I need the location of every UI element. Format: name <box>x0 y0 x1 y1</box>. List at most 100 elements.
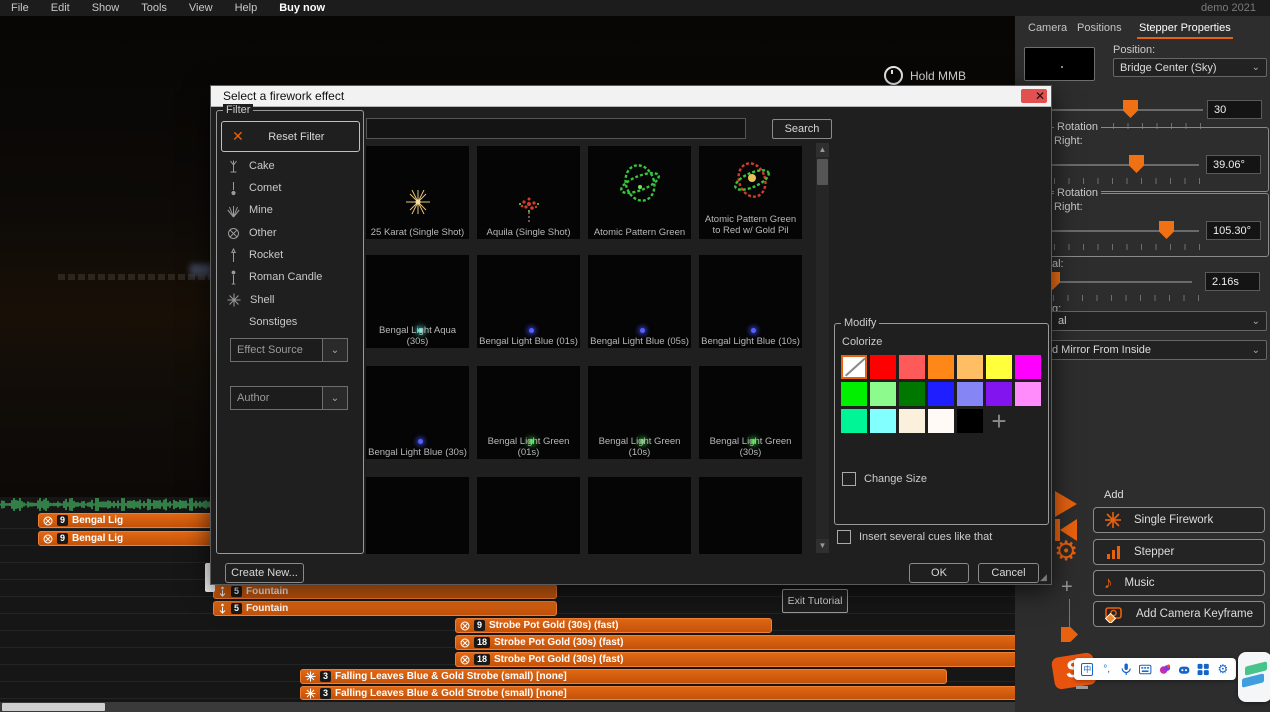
ime-punctuation-icon[interactable]: °, <box>1100 663 1112 676</box>
color-swatch-ffbe64[interactable] <box>957 355 983 379</box>
keyboard-icon[interactable] <box>1139 663 1151 676</box>
author-dropdown[interactable]: Author ⌄ <box>230 386 348 410</box>
filter-item-roman-candle[interactable]: Roman Candle <box>227 267 357 287</box>
effect-thumb-bengal-aqua-30[interactable]: Bengal Light Aqua (30s) <box>366 255 469 348</box>
interval-value-input[interactable]: 2.16s <box>1205 272 1260 291</box>
exit-tutorial-button[interactable]: Exit Tutorial <box>782 589 848 613</box>
filter-item-rocket[interactable]: Rocket <box>227 245 357 265</box>
buy-now-button[interactable]: Buy now <box>268 2 336 14</box>
reset-filter-button[interactable]: ✕ Reset Filter <box>221 121 360 152</box>
zoom-plus-icon[interactable]: + <box>1061 576 1073 599</box>
effect-thumb-bengal-green-10[interactable]: Bengal Light Green (10s) <box>588 366 691 459</box>
close-icon[interactable]: ✕ <box>1021 89 1047 103</box>
screenshot-tool-icon[interactable] <box>1238 652 1270 702</box>
cue-bar-strobe-2[interactable]: 18 Strobe Pot Gold (30s) (fast) <box>455 635 1038 650</box>
menu-view[interactable]: View <box>178 2 224 14</box>
tab-positions[interactable]: Positions <box>1077 22 1122 34</box>
play-button[interactable] <box>1055 491 1077 517</box>
effect-thumb-bengal-green-01[interactable]: Bengal Light Green (01s) <box>477 366 580 459</box>
color-swatch-000000[interactable] <box>957 409 983 433</box>
cue-bar-fountain-1[interactable]: 5 Fountain <box>213 584 557 599</box>
effect-preview-thumbnail[interactable] <box>1024 47 1095 81</box>
effect-thumb-empty[interactable] <box>588 477 691 554</box>
menu-edit[interactable]: Edit <box>40 2 81 14</box>
tab-camera[interactable]: Camera <box>1028 22 1067 34</box>
add-camera-keyframe-button[interactable]: Add Camera Keyframe <box>1093 601 1265 627</box>
color-swatch-ff00ff[interactable] <box>1015 355 1041 379</box>
effect-thumb-atomic-green[interactable]: Atomic Pattern Green <box>588 146 691 239</box>
ordering-dropdown[interactable]: al ⌄ <box>1045 311 1267 331</box>
scrollbar-thumb[interactable] <box>2 703 105 711</box>
effect-thumb-bengal-blue-05[interactable]: Bengal Light Blue (05s) <box>588 255 691 348</box>
ok-button[interactable]: OK <box>909 563 969 583</box>
toolbox-icon[interactable] <box>1197 663 1209 676</box>
count-slider-handle[interactable] <box>1123 100 1138 118</box>
mirror-dropdown[interactable]: d Mirror From Inside ⌄ <box>1045 340 1267 360</box>
color-swatch-8cfa8c[interactable] <box>870 382 896 406</box>
timeline-horizontal-scrollbar[interactable] <box>0 702 1036 712</box>
count-value-input[interactable]: 30 <box>1207 100 1262 119</box>
effect-source-dropdown[interactable]: Effect Source ⌄ <box>230 338 348 362</box>
effect-thumb-bengal-blue-01[interactable]: Bengal Light Blue (01s) <box>477 255 580 348</box>
color-swatch-8214f0[interactable] <box>986 382 1012 406</box>
rotation2-slider-handle[interactable] <box>1159 221 1174 239</box>
add-custom-color-button[interactable]: + <box>986 409 1012 433</box>
color-swatch-00f000[interactable] <box>841 382 867 406</box>
effect-thumb-25-karat[interactable]: 25 Karat (Single Shot) <box>366 146 469 239</box>
effect-thumb-bengal-blue-10[interactable]: Bengal Light Blue (10s) <box>699 255 802 348</box>
filter-item-comet[interactable]: Comet <box>227 178 357 198</box>
filter-item-cake[interactable]: Cake <box>227 156 357 176</box>
interval-slider-track[interactable] <box>1045 281 1192 283</box>
color-swatch-ff5a5a[interactable] <box>899 355 925 379</box>
menu-show[interactable]: Show <box>81 2 131 14</box>
color-swatch-007800[interactable] <box>899 382 925 406</box>
color-swatch-faf0dc[interactable] <box>899 409 925 433</box>
add-single-firework-button[interactable]: Single Firework <box>1093 507 1265 533</box>
cue-bar-strobe-3[interactable]: 18 Strobe Pot Gold (30s) (fast) <box>455 652 1038 667</box>
dialog-resize-grip[interactable]: ◢ <box>1040 573 1049 582</box>
filter-item-mine[interactable]: Mine <box>227 200 357 220</box>
cue-bar-fountain-2[interactable]: 5 Fountain <box>213 601 557 616</box>
color-swatch-ff8718[interactable] <box>928 355 954 379</box>
rotation1-slider-handle[interactable] <box>1129 155 1144 173</box>
color-swatch-82ffff[interactable] <box>870 409 896 433</box>
rotation1-value-input[interactable]: 39.06° <box>1206 155 1261 174</box>
position-dropdown[interactable]: Bridge Center (Sky) ⌄ <box>1113 58 1267 77</box>
rotation2-slider-track[interactable] <box>1052 230 1199 232</box>
effect-thumb-atomic-green-red[interactable]: Atomic Pattern Green to Red w/ Gold Pil <box>699 146 802 239</box>
color-swatch-none[interactable] <box>841 355 867 379</box>
rotation1-slider-track[interactable] <box>1052 164 1199 166</box>
cue-bar-falling-leaves-1[interactable]: 3 Falling Leaves Blue & Gold Strobe (sma… <box>300 669 947 684</box>
effect-thumb-empty[interactable] <box>366 477 469 554</box>
gear-icon[interactable]: ⚙ <box>1054 538 1078 564</box>
filter-item-other[interactable]: Other <box>227 223 357 243</box>
ime-minimize-handle[interactable] <box>1076 686 1088 689</box>
cue-bar-falling-leaves-2[interactable]: 3 Falling Leaves Blue & Gold Strobe (sma… <box>300 686 1038 700</box>
color-swatch-fffaf5[interactable] <box>928 409 954 433</box>
add-stepper-button[interactable]: Stepper <box>1093 539 1265 565</box>
filter-item-sonstiges[interactable]: Sonstiges <box>227 312 379 332</box>
microphone-icon[interactable] <box>1120 663 1132 676</box>
ime-settings-icon[interactable]: ⚙ <box>1217 663 1229 676</box>
cue-bar-strobe-1[interactable]: 9 Strobe Pot Gold (30s) (fast) <box>455 618 772 633</box>
search-input[interactable] <box>366 118 746 139</box>
add-music-button[interactable]: ♪ Music <box>1093 570 1265 596</box>
cancel-button[interactable]: Cancel <box>978 563 1039 583</box>
scroll-up-icon[interactable]: ▲ <box>816 143 829 157</box>
search-button[interactable]: Search <box>772 119 832 139</box>
menu-help[interactable]: Help <box>224 2 269 14</box>
effect-thumb-empty[interactable] <box>699 477 802 554</box>
filter-item-shell[interactable]: Shell <box>227 290 357 310</box>
timeline-zoom-slider[interactable] <box>1069 599 1070 629</box>
effect-thumb-empty[interactable] <box>477 477 580 554</box>
effect-thumb-bengal-green-30[interactable]: Bengal Light Green (30s) <box>699 366 802 459</box>
effect-thumb-bengal-blue-30[interactable]: Bengal Light Blue (30s) <box>366 366 469 459</box>
color-swatch-00f596[interactable] <box>841 409 867 433</box>
effect-thumb-aquila[interactable]: Aquila (Single Shot) <box>477 146 580 239</box>
rotation2-value-input[interactable]: 105.30° <box>1206 221 1261 240</box>
color-swatch-8585f5[interactable] <box>957 382 983 406</box>
assistant-icon[interactable] <box>1178 663 1190 676</box>
ime-chinese-mode-icon[interactable]: 中 <box>1081 663 1093 676</box>
change-size-checkbox[interactable]: Change Size <box>842 472 927 486</box>
scrollbar-thumb[interactable] <box>817 159 828 185</box>
